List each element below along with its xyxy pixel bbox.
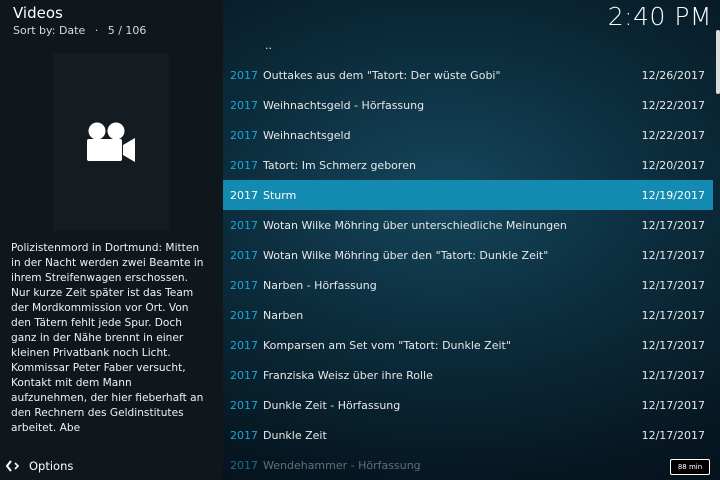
- item-date: 12/17/2017: [641, 368, 705, 382]
- sort-info: Sort by: Date · 5 / 106: [13, 24, 152, 37]
- list-item[interactable]: 2017 Wotan Wilke Möhring über unterschied…: [223, 210, 713, 240]
- options-arrows-icon: [6, 460, 20, 472]
- item-year: 2017: [230, 458, 258, 472]
- item-date: 12/17/2017: [641, 308, 705, 322]
- item-year: 2017: [230, 248, 258, 262]
- item-title: Dunkle Zeit - Hörfassung: [263, 398, 401, 412]
- options-label: Options: [29, 459, 74, 473]
- plot-description: Polizistenmord in Dortmund: Mitten in de…: [11, 242, 204, 434]
- item-title: Franziska Weisz über ihre Rolle: [263, 368, 433, 382]
- list-item[interactable]: 2017Wendehammer - Hörfassung12/1: [223, 450, 713, 480]
- separator: ·: [94, 24, 99, 37]
- item-year: 2017: [230, 338, 258, 352]
- item-title: Sturm: [263, 188, 297, 202]
- item-title: Wotan Wilke Möhring über unterschiedlich…: [263, 218, 567, 232]
- item-year: 2017: [230, 368, 258, 382]
- list-item[interactable]: 2017 Komparsen am Set vom "Tatort: Dunkle…: [223, 330, 713, 360]
- video-thumbnail: [53, 53, 169, 231]
- item-title: Narben: [263, 308, 304, 322]
- item-year: 2017: [230, 98, 258, 112]
- list-item[interactable]: 2017 Dunkle Zeit 12/17/2017: [223, 420, 713, 450]
- sort-label: Sort by: Date: [13, 24, 86, 37]
- item-date: 12/17/2017: [641, 338, 705, 352]
- item-title: Weihnachtsgeld - Hörfassung: [263, 98, 425, 112]
- list-item[interactable]: 2017 Outtakes aus dem "Tatort: Der wüste …: [223, 60, 713, 90]
- list-item[interactable]: 2017 Weihnachtsgeld 12/22/2017: [223, 120, 713, 150]
- item-title: Weihnachtsgeld: [263, 128, 351, 142]
- item-title: Narben - Hörfassung: [263, 278, 377, 292]
- duration-badge: 88 min: [670, 459, 710, 475]
- item-title: Tatort: Im Schmerz geboren: [263, 158, 416, 172]
- info-panel: Videos Sort by: Date · 5 / 106 Poliziste…: [0, 0, 223, 480]
- list-item[interactable]: 2017 Franziska Weisz über ihre Rolle 12/17…: [223, 360, 713, 390]
- item-year: 2017: [230, 188, 258, 202]
- item-year: 2017: [230, 218, 258, 232]
- item-position: 5 / 106: [107, 24, 147, 37]
- item-year: 2017: [230, 398, 258, 412]
- list-item[interactable]: 2017 Wotan Wilke Möhring über den "Tatort…: [223, 240, 713, 270]
- item-year: 2017: [230, 278, 258, 292]
- item-year: 2017: [230, 68, 258, 82]
- movie-camera-icon: [87, 122, 135, 162]
- options-button[interactable]: Options: [6, 459, 73, 473]
- item-date: 12/17/2017: [641, 278, 705, 292]
- item-date: 12/22/2017: [641, 98, 705, 112]
- item-date: 12/20/2017: [641, 158, 705, 172]
- item-date: 12/17/2017: [641, 428, 705, 442]
- parent-folder-item[interactable]: ..: [223, 30, 713, 60]
- item-date: 12/17/2017: [641, 218, 705, 232]
- item-date: 12/17/2017: [641, 248, 705, 262]
- header: Videos Sort by: Date · 5 / 106: [13, 4, 152, 37]
- list-item[interactable]: 2017 Weihnachtsgeld - Hörfassung 12/22/201…: [223, 90, 713, 120]
- item-date: 12/22/2017: [641, 128, 705, 142]
- item-title: Outtakes aus dem "Tatort: Der wüste Gobi…: [263, 68, 501, 82]
- item-date: 12/19/2017: [641, 188, 705, 202]
- item-year: 2017: [230, 128, 258, 142]
- list-item[interactable]: 2017 Narben 12/17/2017: [223, 300, 713, 330]
- item-year: 2017: [230, 308, 258, 322]
- scrollbar[interactable]: [716, 30, 720, 94]
- parent-folder-label: ..: [265, 38, 272, 52]
- page-title: Videos: [13, 4, 63, 22]
- item-date: 12/17/2017: [641, 398, 705, 412]
- item-year: 2017: [230, 428, 258, 442]
- item-title: Wendehammer - Hörfassung: [263, 458, 421, 472]
- list-item-selected[interactable]: 2017 Sturm 12/19/2017: [223, 180, 713, 210]
- clock: 2:40 PM: [607, 2, 712, 31]
- item-title: Dunkle Zeit: [263, 428, 327, 442]
- item-title: Wotan Wilke Möhring über den "Tatort: Du…: [263, 248, 549, 262]
- video-list: .. 2017 Outtakes aus dem "Tatort: Der wüs…: [223, 30, 713, 480]
- list-item[interactable]: 2017 Dunkle Zeit - Hörfassung 12/17/2017: [223, 390, 713, 420]
- item-title: Komparsen am Set vom "Tatort: Dunkle Zei…: [263, 338, 511, 352]
- list-item[interactable]: 2017 Narben - Hörfassung 12/17/2017: [223, 270, 713, 300]
- item-date: 12/26/2017: [641, 68, 705, 82]
- list-item[interactable]: 2017 Tatort: Im Schmerz geboren 12/20/2017: [223, 150, 713, 180]
- item-year: 2017: [230, 158, 258, 172]
